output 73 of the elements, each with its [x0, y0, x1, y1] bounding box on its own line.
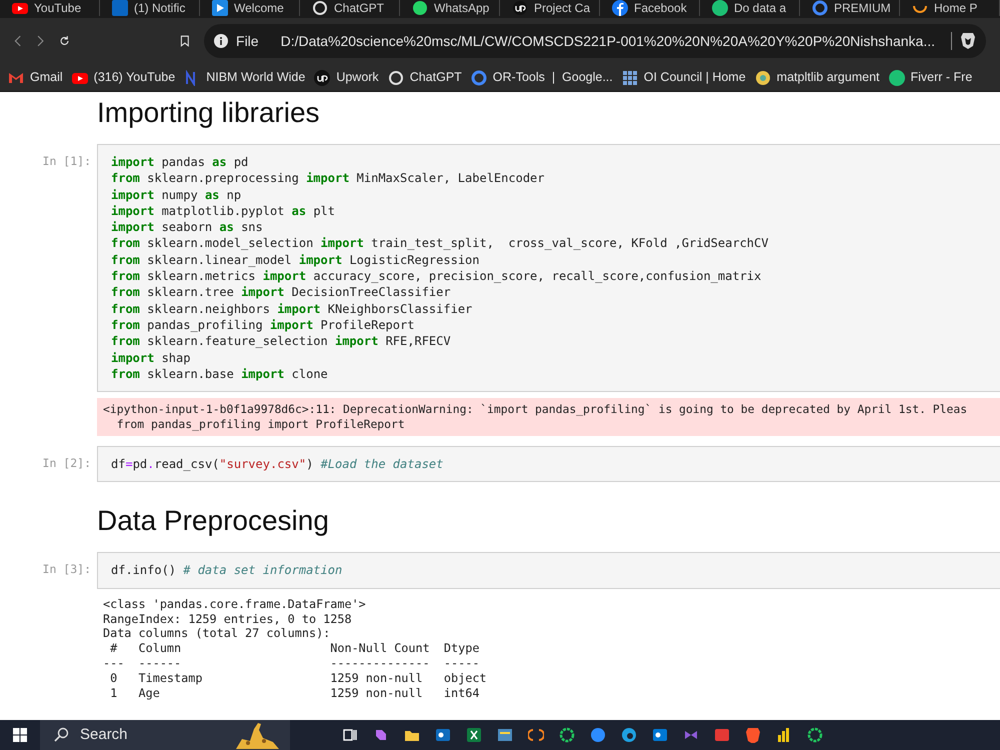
bookmark-link[interactable]: OI Council | Home — [622, 68, 746, 87]
bookmark-link[interactable]: Fiverr - Fre — [888, 68, 972, 87]
browser-tab[interactable]: WhatsApp — [400, 0, 500, 16]
output-line: <ipython-input-1-b0f1a9978d6c>:11: DeprecationWarning: `import pandas_profiling` is going to be deprecated by April 1st. Pleas — [103, 402, 968, 418]
code-line: df=pd.read_csv("survey.csv") #Load the dataset — [111, 456, 444, 472]
code-cell[interactable]: df.info() # data set information — [97, 552, 1000, 589]
browser-tab[interactable]: Welcome — [200, 0, 300, 16]
browser-tab[interactable]: ChatGPT — [300, 0, 400, 16]
browser-tab[interactable]: Facebook — [600, 0, 700, 16]
code-line: from sklearn.tree import DecisionTreeClassifier — [111, 284, 452, 301]
bookmark-link[interactable]: Gmail — [8, 68, 63, 87]
browser-tab[interactable]: (1) Notific — [100, 0, 200, 16]
code-line: import numpy as np — [111, 186, 242, 203]
code-line: import shap — [111, 350, 192, 366]
browser-tab[interactable]: Home P — [900, 0, 1000, 16]
task-view-icon[interactable] — [342, 727, 358, 743]
browser-tab[interactable]: YouTube — [0, 0, 100, 16]
bookmark-link[interactable]: Upwork — [314, 68, 379, 87]
bookmark-link[interactable]: NIBM World Wide — [184, 68, 306, 87]
scheme-label: File — [236, 32, 259, 50]
bookmark-link[interactable]: matpltlib argument — [754, 68, 880, 87]
output-line: Data columns (total 27 columns): — [103, 626, 332, 642]
code-cell[interactable]: df=pd.read_csv("survey.csv") #Load the dataset — [97, 446, 1000, 482]
output-line: --- ------ -------------- ----- — [103, 656, 480, 671]
play-icon — [212, 0, 228, 16]
f-circle-icon — [612, 0, 628, 16]
pinwheel-icon — [754, 70, 771, 86]
code-line: from sklearn.preprocessing import MinMaxScaler, LabelEncoder — [111, 170, 546, 187]
output-line: from pandas_profiling import ProfileReport — [116, 417, 406, 432]
grid-icon — [622, 70, 638, 86]
code-line: df.info() # data set information — [111, 562, 344, 579]
up-icon — [314, 70, 330, 86]
search-icon — [54, 727, 70, 743]
code-line: from sklearn.base import clone — [111, 366, 329, 382]
code-cell[interactable] — [97, 144, 1000, 392]
code-line: from sklearn.feature_selection import RFE,RFECV — [111, 333, 452, 350]
code-line: import seaborn as sns — [111, 219, 264, 236]
browser-tab[interactable]: PREMIUM — [800, 0, 900, 16]
address-bar[interactable]: File D:/Data%20science%20msc/ML/CW/COMSCDS221P-001%20%20N%20A%20Y%20P%20Nishshanka... — [204, 24, 986, 58]
output-line: 0 Timestamp 1259 non-null object — [109, 670, 488, 686]
output-line: RangeIndex: 1259 entries, 0 to 1258 — [103, 612, 353, 626]
search-field[interactable]: Search — [40, 720, 290, 750]
bar-chart-icon[interactable] — [776, 727, 792, 743]
section-heading: Data Preprocesing — [97, 504, 329, 538]
code-line: from sklearn.model_selection import train_test_split, cross_val_score, KFold ,GridSearchCV — [111, 235, 770, 252]
code-line: from pandas_profiling import ProfileReport — [111, 316, 416, 334]
output-line: <class 'pandas.core.frame.DataFrame'> — [103, 596, 367, 612]
bookmark-link[interactable]: OR-Tools | Google... — [470, 68, 613, 87]
output-line: 1 Age 1259 non-null int64 — [109, 686, 480, 700]
bookmark-link[interactable]: ChatGPT — [388, 68, 462, 87]
cell-prompt: In [2]: — [42, 455, 91, 472]
code-line: import pandas as pd — [111, 154, 250, 170]
forward-icon[interactable] — [36, 33, 45, 49]
shield-icon[interactable] — [960, 32, 976, 50]
output-line: # Column Non-Null Count Dtype — [109, 641, 480, 656]
brackets-icon[interactable] — [528, 727, 544, 743]
url-text: D:/Data%20science%20msc/ML/CW/COMSCDS221P-001%20%20N%20A%20Y%20P%20Nishshanka... — [280, 32, 935, 50]
play-icon — [12, 0, 28, 16]
back-icon[interactable] — [14, 33, 22, 49]
windows-icon[interactable] — [12, 727, 28, 743]
info-icon — [214, 34, 228, 48]
spreadsheet-icon[interactable] — [466, 727, 482, 743]
browser-tab[interactable]: Project Ca — [500, 0, 600, 16]
section-heading: Importing libraries — [97, 96, 320, 130]
code-line: from sklearn.metrics import accuracy_score, precision_score, recall_score,confusion_matrix — [111, 268, 762, 284]
code-line: from sklearn.neighbors import KNeighborsClassifier — [111, 300, 474, 317]
code-line: import matplotlib.pyplot as plt — [111, 202, 336, 220]
bookmark-icon[interactable] — [180, 33, 190, 49]
cell-prompt: In [3]: — [42, 561, 91, 578]
code-line: from sklearn.linear_model import LogisticRegression — [111, 252, 480, 268]
cell-prompt: In [1]: — [42, 153, 91, 170]
browser-tab[interactable]: Do data a — [700, 0, 800, 16]
bookmark-link[interactable]: (316) YouTube — [72, 68, 176, 87]
